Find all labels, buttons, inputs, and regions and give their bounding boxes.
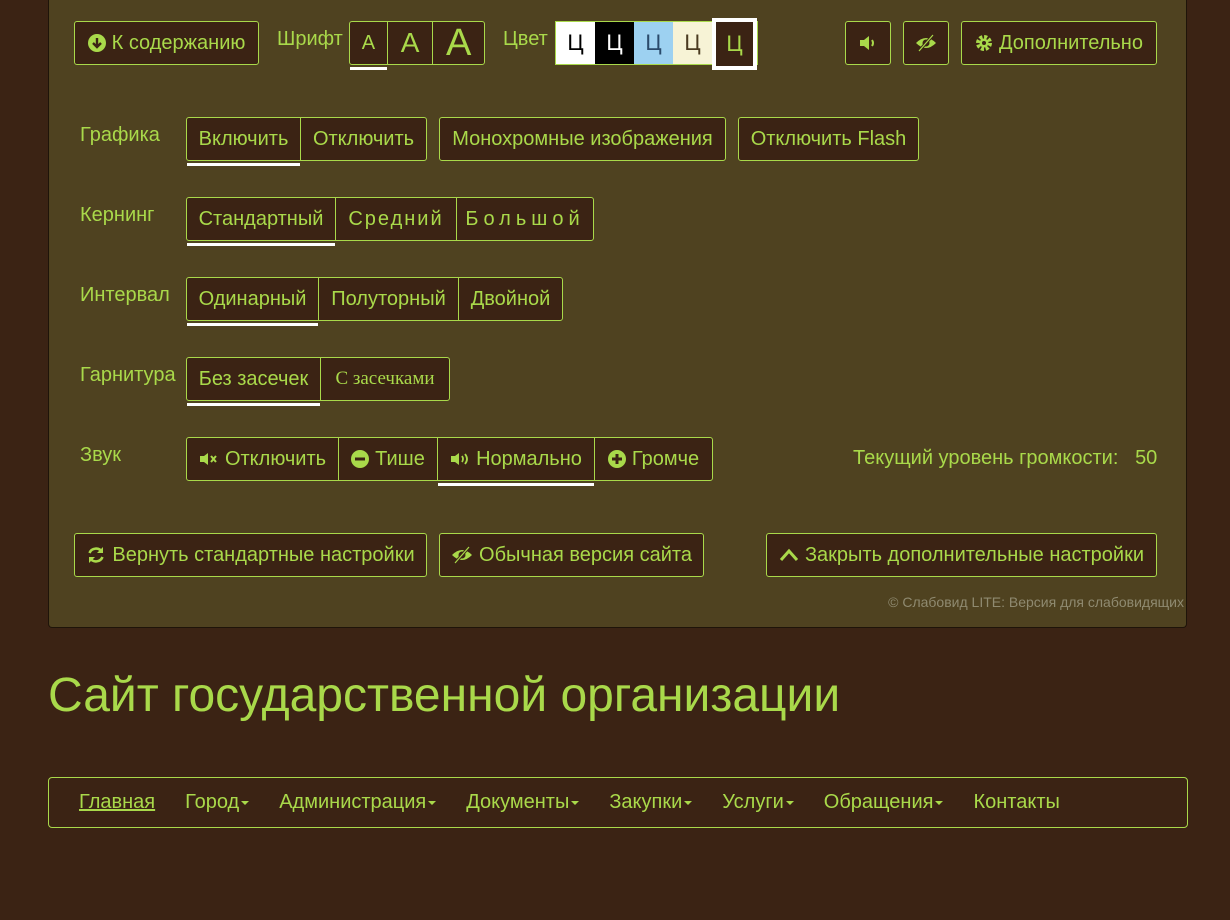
nav-item-label: Обращения xyxy=(823,791,934,813)
more-settings-button[interactable]: Дополнительно xyxy=(961,21,1157,65)
caret-down-icon xyxy=(571,800,580,805)
site-title: Сайт государственной организации xyxy=(48,669,841,722)
sound-mute[interactable]: Отключить xyxy=(187,438,339,480)
sound-toggle-button[interactable] xyxy=(845,21,891,65)
sound-label: Звук xyxy=(80,444,122,466)
color-black[interactable]: Ц xyxy=(595,22,634,64)
typeface-serif[interactable]: С засечками xyxy=(321,358,449,400)
kerning-label: Кернинг xyxy=(80,204,155,226)
nav-item-purchases[interactable]: Закупки xyxy=(609,791,693,814)
typeface-group: Без засечек С засечками xyxy=(186,357,450,406)
font-size-large[interactable]: А xyxy=(433,22,484,64)
normal-version-label: Обычная версия сайта xyxy=(479,543,692,566)
caret-down-icon xyxy=(785,800,794,805)
kerning-large[interactable]: Большой xyxy=(457,198,593,240)
close-settings-button[interactable]: Закрыть дополнительные настройки xyxy=(766,533,1157,577)
font-size-medium[interactable]: А xyxy=(388,22,434,64)
eye-slash-icon xyxy=(452,546,473,564)
volume-status: Текущий уровень громкости: 50 xyxy=(853,447,1157,470)
interval-double[interactable]: Двойной xyxy=(459,278,562,320)
font-label: Шрифт xyxy=(277,28,343,50)
font-size-small[interactable]: А xyxy=(350,22,388,70)
caret-down-icon xyxy=(428,800,437,805)
sound-mute-label: Отключить xyxy=(224,447,327,470)
arrow-down-circle-icon xyxy=(87,34,106,52)
graphics-off[interactable]: Отключить xyxy=(301,118,426,160)
speaker-icon xyxy=(451,453,468,465)
interval-label: Интервал xyxy=(80,284,170,306)
nav-item-services[interactable]: Услуги xyxy=(722,791,794,814)
sound-quieter-label: Тише xyxy=(375,447,425,470)
reset-settings-label: Вернуть стандартные настройки xyxy=(112,543,415,566)
speaker-mute-icon xyxy=(199,453,217,465)
to-content-button[interactable]: К содержанию xyxy=(74,21,259,65)
color-beige[interactable]: Ц xyxy=(673,22,712,64)
color-brown[interactable]: Ц xyxy=(712,18,757,70)
color-label: Цвет xyxy=(503,28,548,50)
more-settings-label: Дополнительно xyxy=(999,31,1143,54)
sound-normal[interactable]: Нормально xyxy=(438,438,595,486)
graphics-on[interactable]: Включить xyxy=(187,118,301,166)
caret-down-icon xyxy=(241,800,250,805)
caret-down-icon xyxy=(684,800,693,805)
nav-item-administration[interactable]: Администрация xyxy=(279,791,437,814)
kerning-medium[interactable]: Средний xyxy=(336,198,457,240)
nav-item-label: Администрация xyxy=(279,791,427,813)
nav-item-label: Контакты xyxy=(973,791,1060,813)
chevron-up-icon xyxy=(779,548,799,561)
font-size-group: А А А xyxy=(349,21,485,70)
to-content-label: К содержанию xyxy=(111,31,246,54)
sound-louder[interactable]: Громче xyxy=(595,438,712,480)
eye-slash-icon xyxy=(916,34,936,52)
monochrome-images-button[interactable]: Монохромные изображения xyxy=(439,117,726,161)
color-blue[interactable]: Ц xyxy=(634,22,673,64)
nav-item-contacts[interactable]: Контакты xyxy=(973,791,1059,814)
color-white[interactable]: Ц xyxy=(556,22,595,64)
close-settings-label: Закрыть дополнительные настройки xyxy=(804,543,1145,566)
hide-images-button[interactable] xyxy=(903,21,949,65)
typeface-label: Гарнитура xyxy=(80,364,176,386)
color-scheme-group: Ц Ц Ц Ц Ц xyxy=(555,18,758,70)
nav-item-label: Главная xyxy=(79,791,156,813)
typeface-sans[interactable]: Без засечек xyxy=(187,358,321,406)
volume-value: 50 xyxy=(1135,447,1158,469)
kerning-standard[interactable]: Стандартный xyxy=(187,198,336,246)
interval-group: Одинарный Полуторный Двойной xyxy=(186,277,563,326)
reset-settings-button[interactable]: Вернуть стандартные настройки xyxy=(74,533,427,577)
graphics-group: Включить Отключить xyxy=(186,117,427,166)
nav-item-label: Документы xyxy=(466,791,570,813)
plus-circle-icon xyxy=(607,450,626,468)
gear-icon xyxy=(976,35,993,51)
nav-item-documents[interactable]: Документы xyxy=(466,791,580,814)
interval-one-half[interactable]: Полуторный xyxy=(319,278,459,320)
graphics-label: Графика xyxy=(80,124,160,146)
interval-single[interactable]: Одинарный xyxy=(187,278,319,326)
nav-item-home[interactable]: Главная xyxy=(79,791,155,814)
main-navigation: Главная Город Администрация Документы За… xyxy=(48,777,1188,828)
sound-quieter[interactable]: Тише xyxy=(339,438,438,480)
speaker-icon xyxy=(860,36,874,50)
copyright-text: © Слабовид LITE: Версия для слабовидящих xyxy=(888,594,1184,610)
normal-version-button[interactable]: Обычная версия сайта xyxy=(439,533,704,577)
nav-item-label: Город xyxy=(185,791,240,813)
sound-normal-label: Нормально xyxy=(476,447,582,470)
sound-group: Отключить Тише Нормально Громче xyxy=(186,437,713,486)
kerning-group: Стандартный Средний Большой xyxy=(186,197,594,246)
nav-item-label: Услуги xyxy=(722,791,784,813)
nav-item-appeals[interactable]: Обращения xyxy=(824,791,944,814)
volume-label: Текущий уровень громкости: xyxy=(853,447,1119,469)
nav-item-label: Закупки xyxy=(609,791,683,813)
caret-down-icon xyxy=(935,800,944,805)
minus-circle-icon xyxy=(351,450,370,468)
disable-flash-button[interactable]: Отключить Flash xyxy=(738,117,919,161)
nav-item-city[interactable]: Город xyxy=(185,791,250,814)
sound-louder-label: Громче xyxy=(631,447,700,470)
refresh-icon xyxy=(88,547,105,563)
